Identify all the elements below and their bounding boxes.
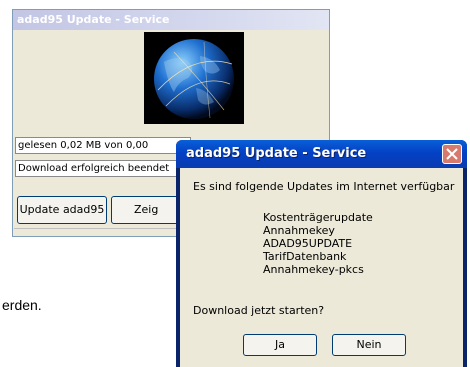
background-window-titlebar[interactable]: adad95 Update - Service (13, 10, 329, 30)
list-item: Annahmekey-pkcs (263, 263, 364, 276)
close-button[interactable] (442, 144, 462, 164)
background-window-title: adad95 Update - Service (17, 13, 170, 26)
no-button[interactable]: Nein (332, 334, 406, 356)
dialog-body: Es sind folgende Updates im Internet ver… (180, 168, 463, 367)
dialog-title: adad95 Update - Service (186, 146, 367, 161)
list-item: TarifDatenbank (263, 250, 347, 263)
read-progress-text: gelesen 0,02 MB von 0,00 (15, 137, 191, 154)
globe-icon (154, 39, 234, 119)
globe-image (144, 32, 244, 124)
list-item: ADAD95UPDATE (263, 237, 353, 250)
close-icon (446, 148, 458, 160)
list-item: Kostenträgerupdate (263, 211, 373, 224)
update-dialog: adad95 Update - Service Es sind folgende… (176, 140, 467, 367)
yes-button[interactable]: Ja (243, 334, 317, 356)
dialog-message: Es sind folgende Updates im Internet ver… (193, 180, 455, 193)
update-list: Kostenträgerupdate Annahmekey ADAD95UPDA… (263, 211, 373, 276)
download-status-text: Download erfolgreich beendet (15, 160, 191, 177)
partial-background-text: erden. (2, 297, 42, 313)
show-button[interactable]: Zeig (111, 196, 181, 224)
dialog-question: Download jetzt starten? (193, 304, 325, 317)
dialog-titlebar[interactable]: adad95 Update - Service (176, 140, 467, 168)
update-adad95-button[interactable]: Update adad95 (17, 196, 107, 224)
list-item: Annahmekey (263, 224, 335, 237)
